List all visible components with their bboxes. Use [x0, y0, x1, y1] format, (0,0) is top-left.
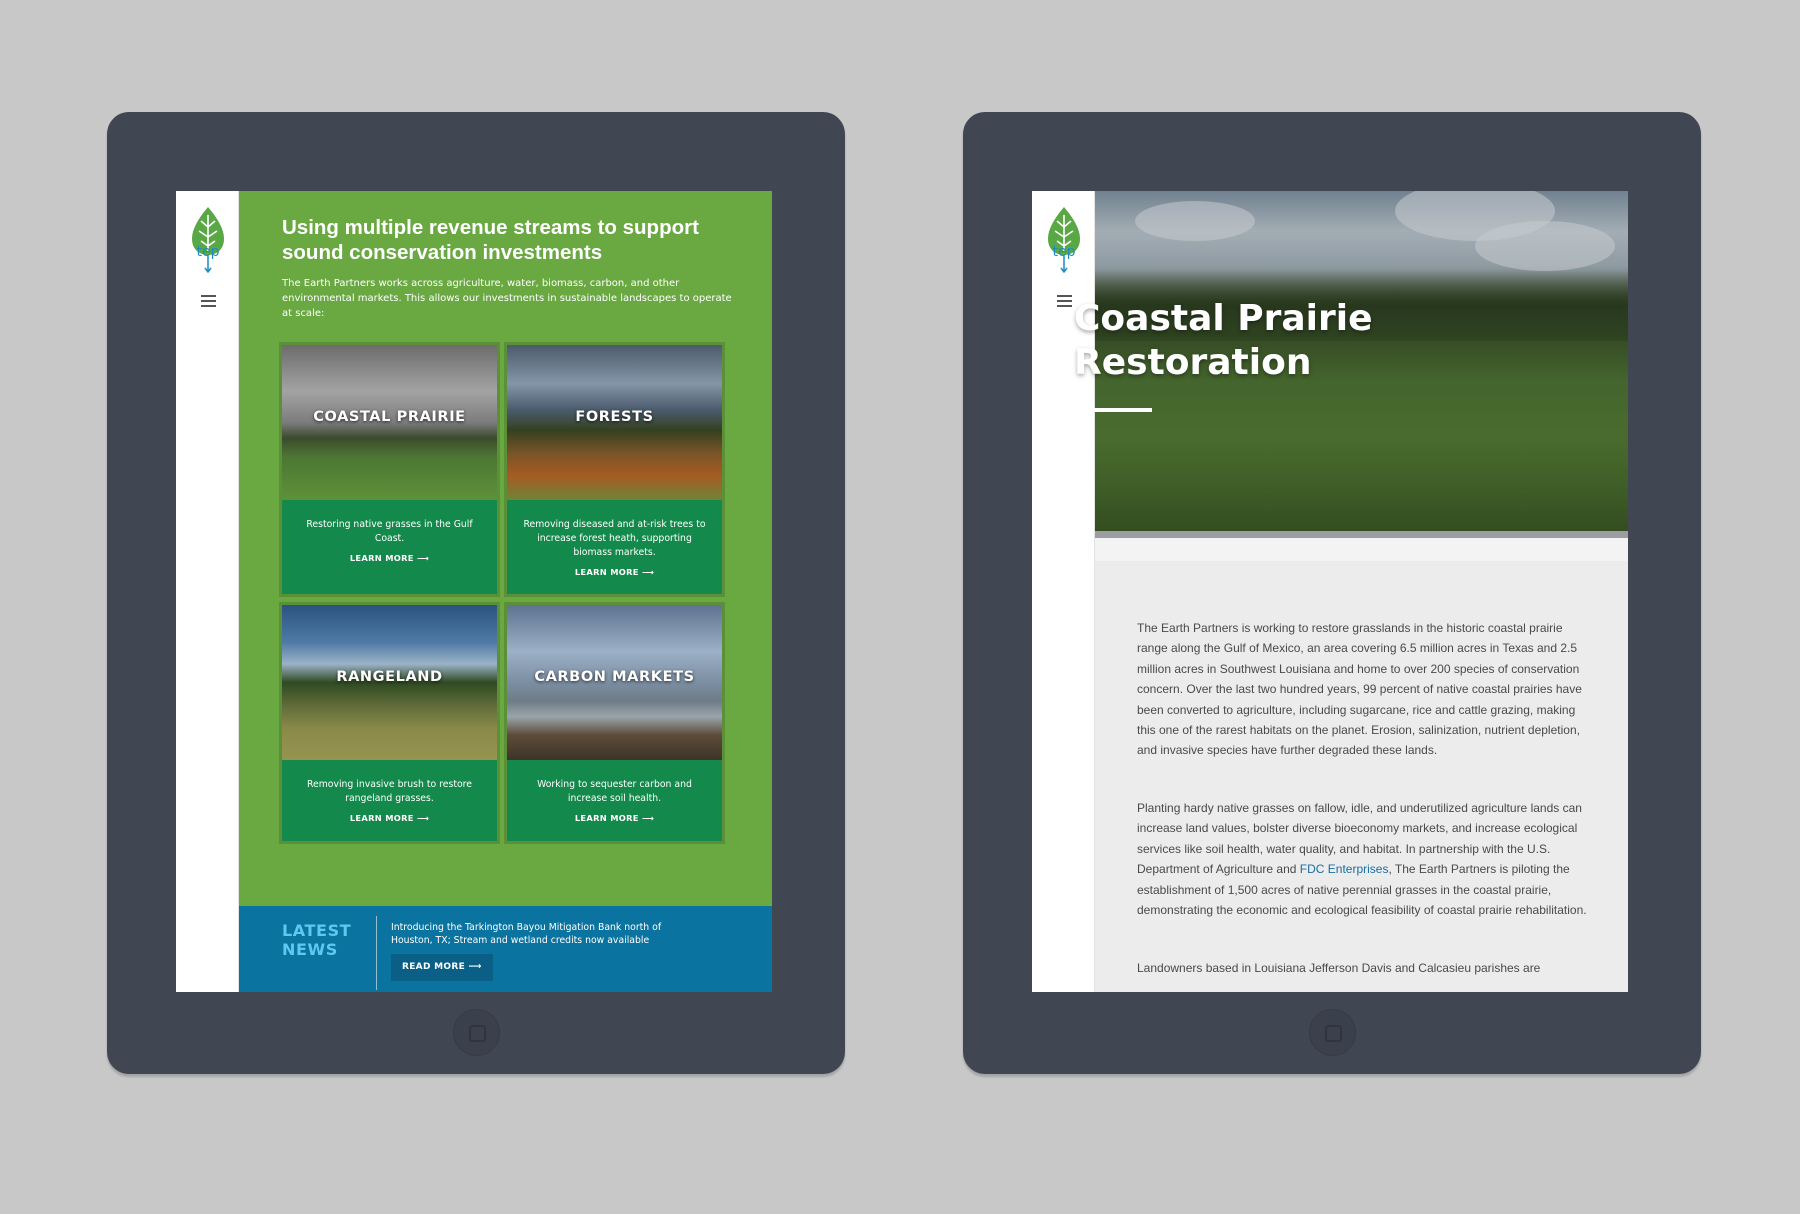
title-underline	[1074, 408, 1152, 412]
card-desc: Removing diseased and at-risk trees to i…	[523, 519, 706, 558]
card-image-coastal-prairie: COASTAL PRAIRIE	[282, 345, 497, 500]
tablet-right: tep Coastal Prairie Restoration The Eart…	[963, 112, 1701, 1074]
card-carbon-markets[interactable]: CARBON MARKETS Working to sequester carb…	[504, 602, 725, 844]
card-desc: Removing invasive brush to restore range…	[306, 779, 473, 804]
card-desc: Working to sequester carbon and increase…	[537, 779, 692, 804]
card-label: COASTAL PRAIRIE	[313, 409, 466, 425]
tablet-left: tep Using multiple revenue streams to su…	[107, 112, 845, 1074]
learn-more-link[interactable]: LEARN MORE ⟶	[282, 813, 497, 823]
content-area: The Earth Partners is working to restore…	[1095, 538, 1628, 992]
paragraph-2: Planting hardy native grasses on fallow,…	[1137, 801, 1587, 918]
menu-icon[interactable]	[1057, 295, 1072, 308]
news-title: LATEST NEWS	[282, 921, 352, 959]
learn-more-link[interactable]: LEARN MORE ⟶	[507, 567, 722, 577]
home-button[interactable]	[453, 1009, 500, 1056]
read-more-button[interactable]: READ MORE ⟶	[391, 954, 493, 981]
card-image-carbon-markets: CARBON MARKETS	[507, 605, 722, 760]
hero-text: The Earth Partners works across agricult…	[282, 278, 732, 319]
card-label: FORESTS	[575, 409, 654, 425]
learn-more-link[interactable]: LEARN MORE ⟶	[507, 813, 722, 823]
card-label: CARBON MARKETS	[534, 669, 695, 685]
card-label: RANGELAND	[336, 669, 443, 685]
photo-band	[1095, 531, 1628, 538]
leaf-logo-icon[interactable]: tep	[1046, 205, 1082, 273]
learn-more-link[interactable]: LEARN MORE ⟶	[282, 553, 497, 563]
menu-icon[interactable]	[201, 295, 216, 308]
sidebar: tep	[176, 191, 239, 992]
home-button[interactable]	[1309, 1009, 1356, 1056]
news-divider	[376, 916, 377, 990]
hero-title: Using multiple revenue streams to suppor…	[282, 216, 699, 264]
paragraph-1: The Earth Partners is working to restore…	[1137, 621, 1582, 758]
paragraph-3: Landowners based in Louisiana Jefferson …	[1137, 961, 1541, 975]
card-image-rangeland: RANGELAND	[282, 605, 497, 760]
page-title: Coastal Prairie Restoration	[1074, 298, 1373, 383]
fdc-enterprises-link[interactable]: FDC Enterprises	[1300, 862, 1389, 876]
leaf-logo-icon[interactable]: tep	[190, 205, 226, 273]
tablet-right-screen: tep Coastal Prairie Restoration The Eart…	[1032, 191, 1628, 992]
latest-news-bar: LATEST NEWS Introducing the Tarkington B…	[239, 906, 772, 992]
card-forests[interactable]: FORESTS Removing diseased and at-risk tr…	[504, 342, 725, 597]
card-image-forests: FORESTS	[507, 345, 722, 500]
news-text: Introducing the Tarkington Bayou Mitigat…	[391, 922, 662, 946]
card-coastal-prairie[interactable]: COASTAL PRAIRIE Restoring native grasses…	[279, 342, 500, 597]
tablet-left-screen: tep Using multiple revenue streams to su…	[176, 191, 772, 992]
card-rangeland[interactable]: RANGELAND Removing invasive brush to res…	[279, 602, 500, 844]
card-desc: Restoring native grasses in the Gulf Coa…	[306, 519, 473, 544]
content-top-strip	[1095, 538, 1628, 561]
